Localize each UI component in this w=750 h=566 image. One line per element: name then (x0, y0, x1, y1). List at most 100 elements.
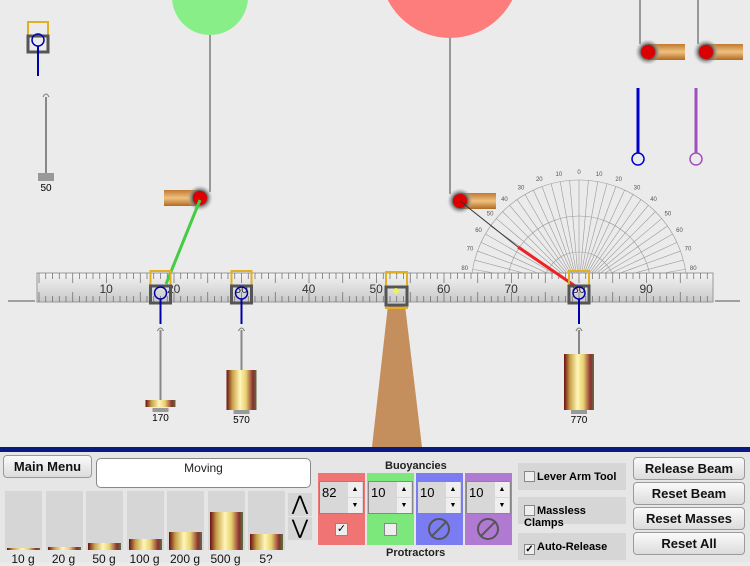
stepper-up-icon[interactable]: ▲ (397, 482, 411, 497)
buoyancy-value[interactable]: 10 (371, 485, 385, 500)
checkbox-icon[interactable] (524, 505, 535, 516)
protractor-label: 60 (676, 228, 683, 234)
beam-label: 90 (640, 282, 654, 296)
reset-beam-button[interactable]: Reset Beam (633, 482, 745, 505)
mass-bin[interactable] (167, 491, 204, 550)
protractor-label: 40 (501, 197, 508, 203)
scroll-down-arrow[interactable]: ⋁ (288, 517, 312, 540)
spare-clamp[interactable] (26, 21, 50, 76)
protractor-label: 50 (665, 211, 672, 217)
mass-label: 570 (233, 415, 250, 426)
mass-bin[interactable] (5, 491, 42, 550)
buoyancy-column: 10 ▲ ▼ (465, 473, 512, 545)
beam-label: 70 (505, 282, 519, 296)
checkbox-icon[interactable] (524, 471, 535, 482)
protractor-label: 10 (596, 172, 603, 178)
red-balloon[interactable] (380, 0, 520, 38)
buoyancy-value[interactable]: 10 (420, 485, 434, 500)
mass-label: 770 (571, 415, 588, 426)
buoyancy-stepper[interactable]: 10 ▲ ▼ (368, 481, 413, 514)
option-label: Lever Arm Tool (537, 471, 617, 483)
buoyancies-title: Buoyancies (385, 460, 447, 472)
mass-label: 170 (152, 413, 169, 424)
mass-bin[interactable] (207, 491, 245, 550)
beam-label: 60 (437, 282, 451, 296)
mass-item[interactable] (47, 547, 81, 550)
status-display: Moving (96, 458, 311, 488)
mass-bin-label: 500 g (210, 552, 241, 566)
protractor-label: 0 (577, 170, 581, 176)
protractor-label: 30 (634, 186, 641, 192)
stepper-up-icon[interactable]: ▲ (495, 482, 509, 497)
beam-label: 40 (302, 282, 316, 296)
green-pulley-clamp[interactable] (164, 185, 213, 211)
option-label: Auto-Release (537, 541, 608, 553)
reset-all-button[interactable]: Reset All (633, 532, 745, 555)
protractor-ray (578, 183, 608, 289)
mass-bin[interactable] (248, 491, 285, 550)
buoyancy-column: 10 ▲ ▼ (367, 473, 414, 545)
option-toggle[interactable]: ✓ Auto-Release (518, 533, 626, 560)
simulation-canvas[interactable]: 0101020203030404050506060707080809090 50… (0, 0, 750, 447)
green-balloon[interactable] (172, 0, 248, 35)
protractor-label: 10 (556, 172, 563, 178)
control-panel: Main Menu Moving 10 g 20 g 50 g 100 g 200 g 5… (0, 447, 750, 566)
protractor-label: 40 (650, 197, 657, 203)
protractor-label: 80 (461, 266, 468, 272)
stepper-down-icon[interactable]: ▼ (348, 498, 362, 513)
mass-item[interactable] (128, 539, 162, 550)
option-toggle[interactable]: Massless Clamps (518, 497, 626, 529)
hanging-mass[interactable]: 170 (145, 327, 176, 424)
mass-bin[interactable] (86, 491, 123, 550)
spare-mass-label: 50 (40, 183, 52, 194)
protractor-label: 70 (467, 246, 474, 252)
mass-bin-label: 10 g (11, 552, 35, 566)
protractor-checkbox[interactable] (384, 523, 397, 536)
stepper-up-icon[interactable]: ▲ (446, 482, 460, 497)
stepper-down-icon[interactable]: ▼ (495, 498, 509, 513)
hanging-mass[interactable]: 570 (226, 327, 257, 426)
mass-item[interactable] (209, 511, 243, 550)
purple-pulley-clamp[interactable] (693, 39, 743, 65)
purple-hook[interactable] (689, 88, 703, 166)
spare-hanger-mass[interactable]: 50 (38, 93, 54, 194)
reset-masses-button[interactable]: Reset Masses (633, 507, 745, 530)
stepper-down-icon[interactable]: ▼ (397, 498, 411, 513)
protractor-checkbox[interactable]: ✓ (335, 523, 348, 536)
stepper-down-icon[interactable]: ▼ (446, 498, 460, 513)
protractor-disabled-icon (477, 518, 499, 540)
mass-bin[interactable] (45, 491, 83, 550)
blue-hook[interactable] (631, 88, 645, 166)
mass-item[interactable] (88, 542, 121, 550)
mass-bin-label: 200 g (169, 552, 201, 566)
protractor-label: 60 (475, 228, 482, 234)
release-beam-button[interactable]: Release Beam (633, 457, 745, 480)
buoyancy-column: 10 ▲ ▼ (416, 473, 463, 545)
buoyancy-value[interactable]: 82 (322, 485, 336, 500)
protractor-label: 70 (685, 246, 692, 252)
stepper-up-icon[interactable]: ▲ (348, 482, 362, 497)
buoyancy-stepper[interactable]: 82 ▲ ▼ (319, 481, 364, 514)
mass-bin-label: 100 g (129, 552, 160, 566)
mass-bin-label: 5? (259, 552, 273, 566)
mass-item[interactable] (250, 534, 283, 550)
mass-bin-label: 50 g (92, 552, 116, 566)
option-toggle[interactable]: Lever Arm Tool (518, 463, 626, 490)
beam-label: 50 (370, 282, 384, 296)
buoyancy-value[interactable]: 10 (469, 485, 483, 500)
scroll-up-arrow[interactable]: ⋀ (288, 493, 312, 516)
mass-item[interactable] (169, 532, 202, 550)
buoyancy-stepper[interactable]: 10 ▲ ▼ (417, 481, 462, 514)
hanging-mass[interactable]: 770 (564, 327, 594, 426)
main-menu-button[interactable]: Main Menu (3, 455, 92, 478)
beam-label: 10 (100, 282, 114, 296)
protractor-label: 30 (518, 186, 525, 192)
protractors-title: Protractors (386, 547, 446, 559)
blue-pulley-clamp[interactable] (635, 39, 685, 65)
beam-ruler[interactable]: 10 20 30 40 50 60 70 80 90 (36, 272, 714, 303)
protractor-label: 20 (615, 177, 622, 183)
mass-item[interactable] (7, 548, 40, 550)
buoyancy-stepper[interactable]: 10 ▲ ▼ (466, 481, 511, 514)
mass-bin[interactable] (126, 491, 164, 550)
checkbox-icon[interactable]: ✓ (524, 544, 535, 555)
